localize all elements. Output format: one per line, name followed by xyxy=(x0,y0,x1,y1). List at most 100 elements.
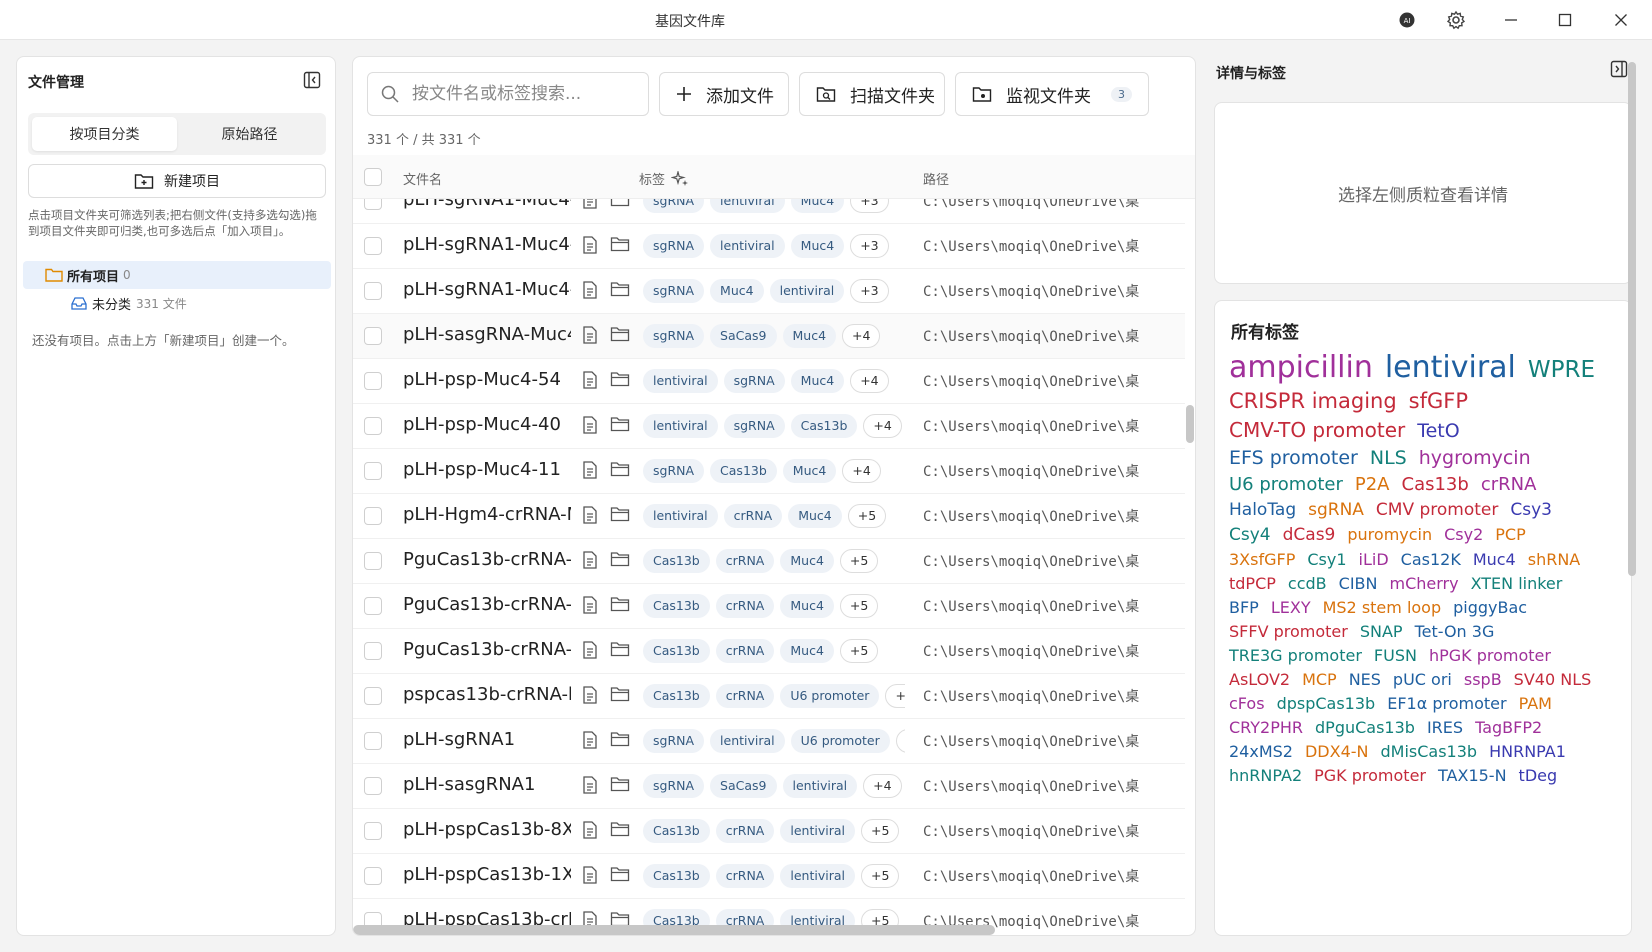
document-icon[interactable] xyxy=(582,866,598,888)
open-folder-icon[interactable] xyxy=(610,236,630,256)
document-icon[interactable] xyxy=(582,236,598,258)
document-icon[interactable] xyxy=(582,416,598,438)
cloud-tag[interactable]: Csy2 xyxy=(1444,527,1483,543)
open-folder-icon[interactable] xyxy=(610,551,630,571)
table-row[interactable]: PguCas13b-crRNA-m Cas13bcrRNAMuc4+5 C:\Use… xyxy=(353,539,1185,584)
document-icon[interactable] xyxy=(582,281,598,303)
cloud-tag[interactable]: cFos xyxy=(1229,696,1265,712)
document-icon[interactable] xyxy=(582,506,598,528)
cloud-tag[interactable]: CMV-TO promoter xyxy=(1229,420,1405,440)
table-row[interactable]: pLH-sgRNA1 sgRNAlentiviralU6 promoter+2 C:… xyxy=(353,719,1185,764)
row-checkbox[interactable] xyxy=(364,417,382,435)
cloud-tag[interactable]: puromycin xyxy=(1347,527,1432,543)
tag-chip[interactable]: lentiviral xyxy=(643,369,718,393)
more-tags-chip[interactable]: +4 xyxy=(842,459,881,483)
cloud-tag[interactable]: dPguCas13b xyxy=(1315,720,1415,736)
cloud-tag[interactable]: XTEN linker xyxy=(1471,576,1563,592)
tag-chip[interactable]: lentiviral xyxy=(710,729,785,753)
cloud-tag[interactable]: PGK promoter xyxy=(1314,768,1426,784)
tag-chip[interactable]: SaCas9 xyxy=(710,324,777,348)
cloud-tag[interactable]: tDeg xyxy=(1519,768,1558,784)
tag-chip[interactable]: Cas13b xyxy=(643,864,710,888)
cloud-tag[interactable]: P2A xyxy=(1355,476,1390,494)
cloud-tag[interactable]: sfGFP xyxy=(1409,391,1468,412)
cloud-tag[interactable]: hPGK promoter xyxy=(1429,648,1551,664)
row-checkbox[interactable] xyxy=(364,822,382,840)
cloud-tag[interactable]: CRY2PHR xyxy=(1229,720,1303,736)
row-checkbox[interactable] xyxy=(364,732,382,750)
tree-item-uncategorized[interactable]: 未分类 331 文件 xyxy=(23,289,331,317)
row-checkbox[interactable] xyxy=(364,597,382,615)
cloud-tag[interactable]: PAM xyxy=(1519,696,1552,712)
right-vertical-scrollbar[interactable] xyxy=(1628,62,1636,576)
cloud-tag[interactable]: TetO xyxy=(1417,422,1459,441)
tag-chip[interactable]: Muc4 xyxy=(782,459,837,483)
row-checkbox[interactable] xyxy=(364,507,382,525)
row-checkbox[interactable] xyxy=(364,327,382,345)
row-checkbox[interactable] xyxy=(364,462,382,480)
cloud-tag[interactable]: hnRNPA2 xyxy=(1229,768,1302,784)
cloud-tag[interactable]: Csy4 xyxy=(1229,527,1271,544)
cloud-tag[interactable]: FUSN xyxy=(1374,648,1417,664)
tag-chip[interactable]: lentiviral xyxy=(782,774,858,798)
cloud-tag[interactable]: Csy1 xyxy=(1307,552,1346,568)
cloud-tag[interactable]: Cas13b xyxy=(1402,476,1469,494)
row-checkbox[interactable] xyxy=(364,642,382,660)
cloud-tag[interactable]: 24xMS2 xyxy=(1229,744,1293,760)
document-icon[interactable] xyxy=(582,371,598,393)
tag-chip[interactable]: Muc4 xyxy=(780,594,834,618)
more-tags-chip[interactable]: +5 xyxy=(847,504,887,528)
open-folder-icon[interactable] xyxy=(610,461,630,481)
cloud-tag[interactable]: shRNA xyxy=(1528,552,1581,568)
cloud-tag[interactable]: WPRE xyxy=(1528,359,1595,382)
more-tags-chip[interactable]: +5 xyxy=(860,819,900,843)
open-folder-icon[interactable] xyxy=(610,199,630,211)
cloud-tag[interactable]: Muc4 xyxy=(1473,552,1516,568)
more-tags-chip[interactable]: +4 xyxy=(850,369,889,393)
cloud-tag[interactable]: EFS promoter xyxy=(1229,449,1358,468)
document-icon[interactable] xyxy=(582,686,598,708)
cloud-tag[interactable]: SV40 NLS xyxy=(1514,672,1592,688)
more-tags-chip[interactable]: +4 xyxy=(863,414,902,438)
more-tags-chip[interactable]: +4 xyxy=(842,324,881,348)
cloud-tag[interactable]: HaloTag xyxy=(1229,502,1296,519)
open-folder-icon[interactable] xyxy=(610,596,630,616)
cloud-tag[interactable]: TRE3G promoter xyxy=(1229,648,1362,664)
cloud-tag[interactable]: TAX15-N xyxy=(1438,768,1507,784)
document-icon[interactable] xyxy=(582,596,598,618)
open-folder-icon[interactable] xyxy=(610,371,630,391)
cloud-tag[interactable]: TagBFP2 xyxy=(1475,720,1542,736)
cloud-tag[interactable]: crRNA xyxy=(1481,476,1537,494)
cloud-tag[interactable]: lentiviral xyxy=(1385,353,1516,383)
cloud-tag[interactable]: dCas9 xyxy=(1283,527,1336,544)
open-folder-icon[interactable] xyxy=(610,281,630,301)
cloud-tag[interactable]: 3XsfGFP xyxy=(1229,552,1295,568)
select-all-checkbox[interactable] xyxy=(364,168,382,186)
cloud-tag[interactable]: PCP xyxy=(1495,527,1525,543)
tag-chip[interactable]: lentiviral xyxy=(769,279,845,303)
cloud-tag[interactable]: MCP xyxy=(1302,672,1337,688)
tag-chip[interactable]: Cas13b xyxy=(643,594,710,618)
tag-chip[interactable]: sgRNA xyxy=(643,279,705,303)
cloud-tag[interactable]: EF1α promoter xyxy=(1387,696,1506,712)
tag-chip[interactable]: Muc4 xyxy=(790,199,845,213)
column-header-name[interactable]: 文件名 xyxy=(403,169,442,188)
tag-chip[interactable]: Muc4 xyxy=(780,549,834,573)
row-checkbox[interactable] xyxy=(364,687,382,705)
tag-chip[interactable]: Muc4 xyxy=(788,504,842,528)
table-row[interactable]: pLH-psp-Muc4-40 lentiviral sgRNA Cas13b +4 C:… xyxy=(353,404,1185,449)
table-row[interactable]: PguCas13b-crRNA-m Cas13bcrRNAMuc4+5 C:\Use… xyxy=(353,629,1185,674)
minimize-button[interactable] xyxy=(1488,0,1534,40)
row-checkbox[interactable] xyxy=(364,282,382,300)
cloud-tag[interactable]: IRES xyxy=(1427,720,1463,736)
table-row[interactable]: pLH-pspCas13b-1XF Cas13b crRNA lentiviral +5… xyxy=(353,854,1185,899)
tag-chip[interactable]: Muc4 xyxy=(790,234,845,258)
tag-chip[interactable]: crRNA xyxy=(723,504,783,528)
tab-by-project[interactable]: 按项目分类 xyxy=(32,117,177,151)
tag-chip[interactable]: lentiviral xyxy=(780,819,855,843)
more-tags-chip[interactable]: +5 xyxy=(839,594,879,618)
tag-chip[interactable]: Cas13b xyxy=(710,459,777,483)
cloud-tag[interactable]: SFFV promoter xyxy=(1229,624,1348,640)
cloud-tag[interactable]: NLS xyxy=(1370,449,1407,468)
cloud-tag[interactable]: piggyBac xyxy=(1453,600,1527,616)
